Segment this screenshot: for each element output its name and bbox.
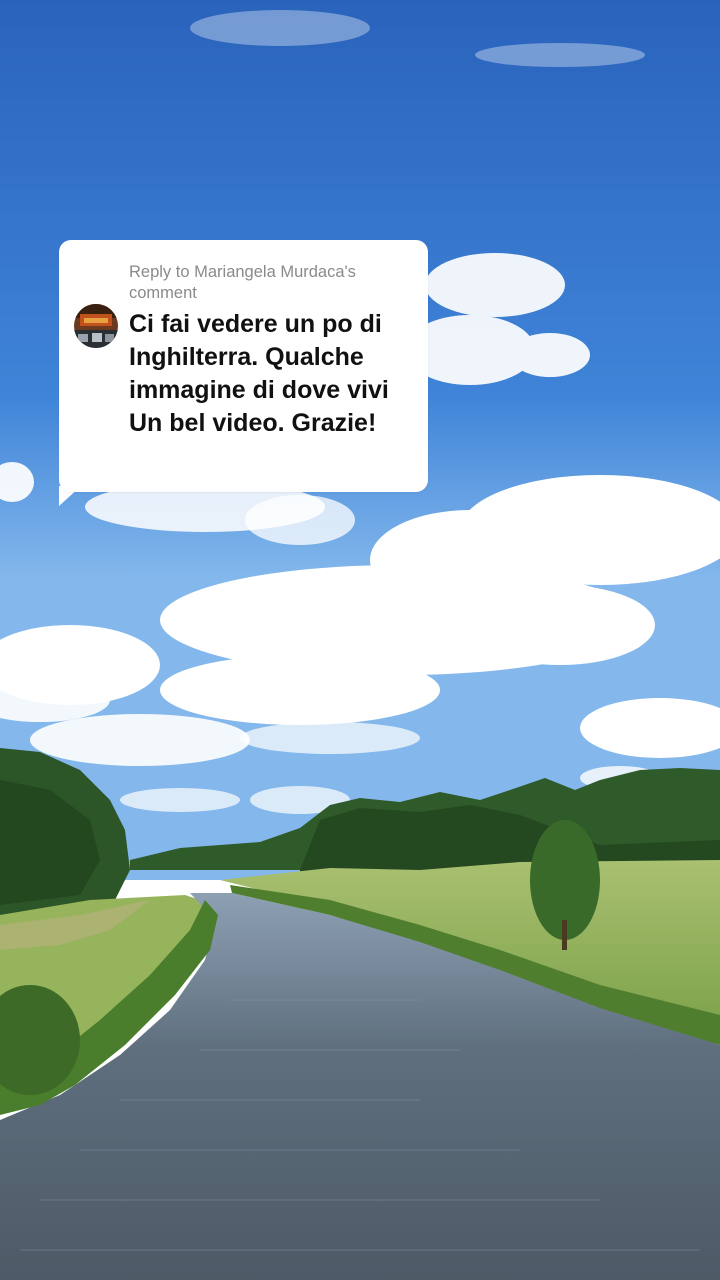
background-photo xyxy=(0,0,720,1280)
user-avatar-icon[interactable] xyxy=(74,304,118,348)
reply-comment-bubble[interactable]: Reply to Mariangela Murdaca's comment Ci… xyxy=(59,240,428,492)
reply-header: Reply to Mariangela Murdaca's comment xyxy=(129,263,356,302)
comment-text: Ci fai vedere un po di Inghilterra. Qual… xyxy=(129,310,389,437)
